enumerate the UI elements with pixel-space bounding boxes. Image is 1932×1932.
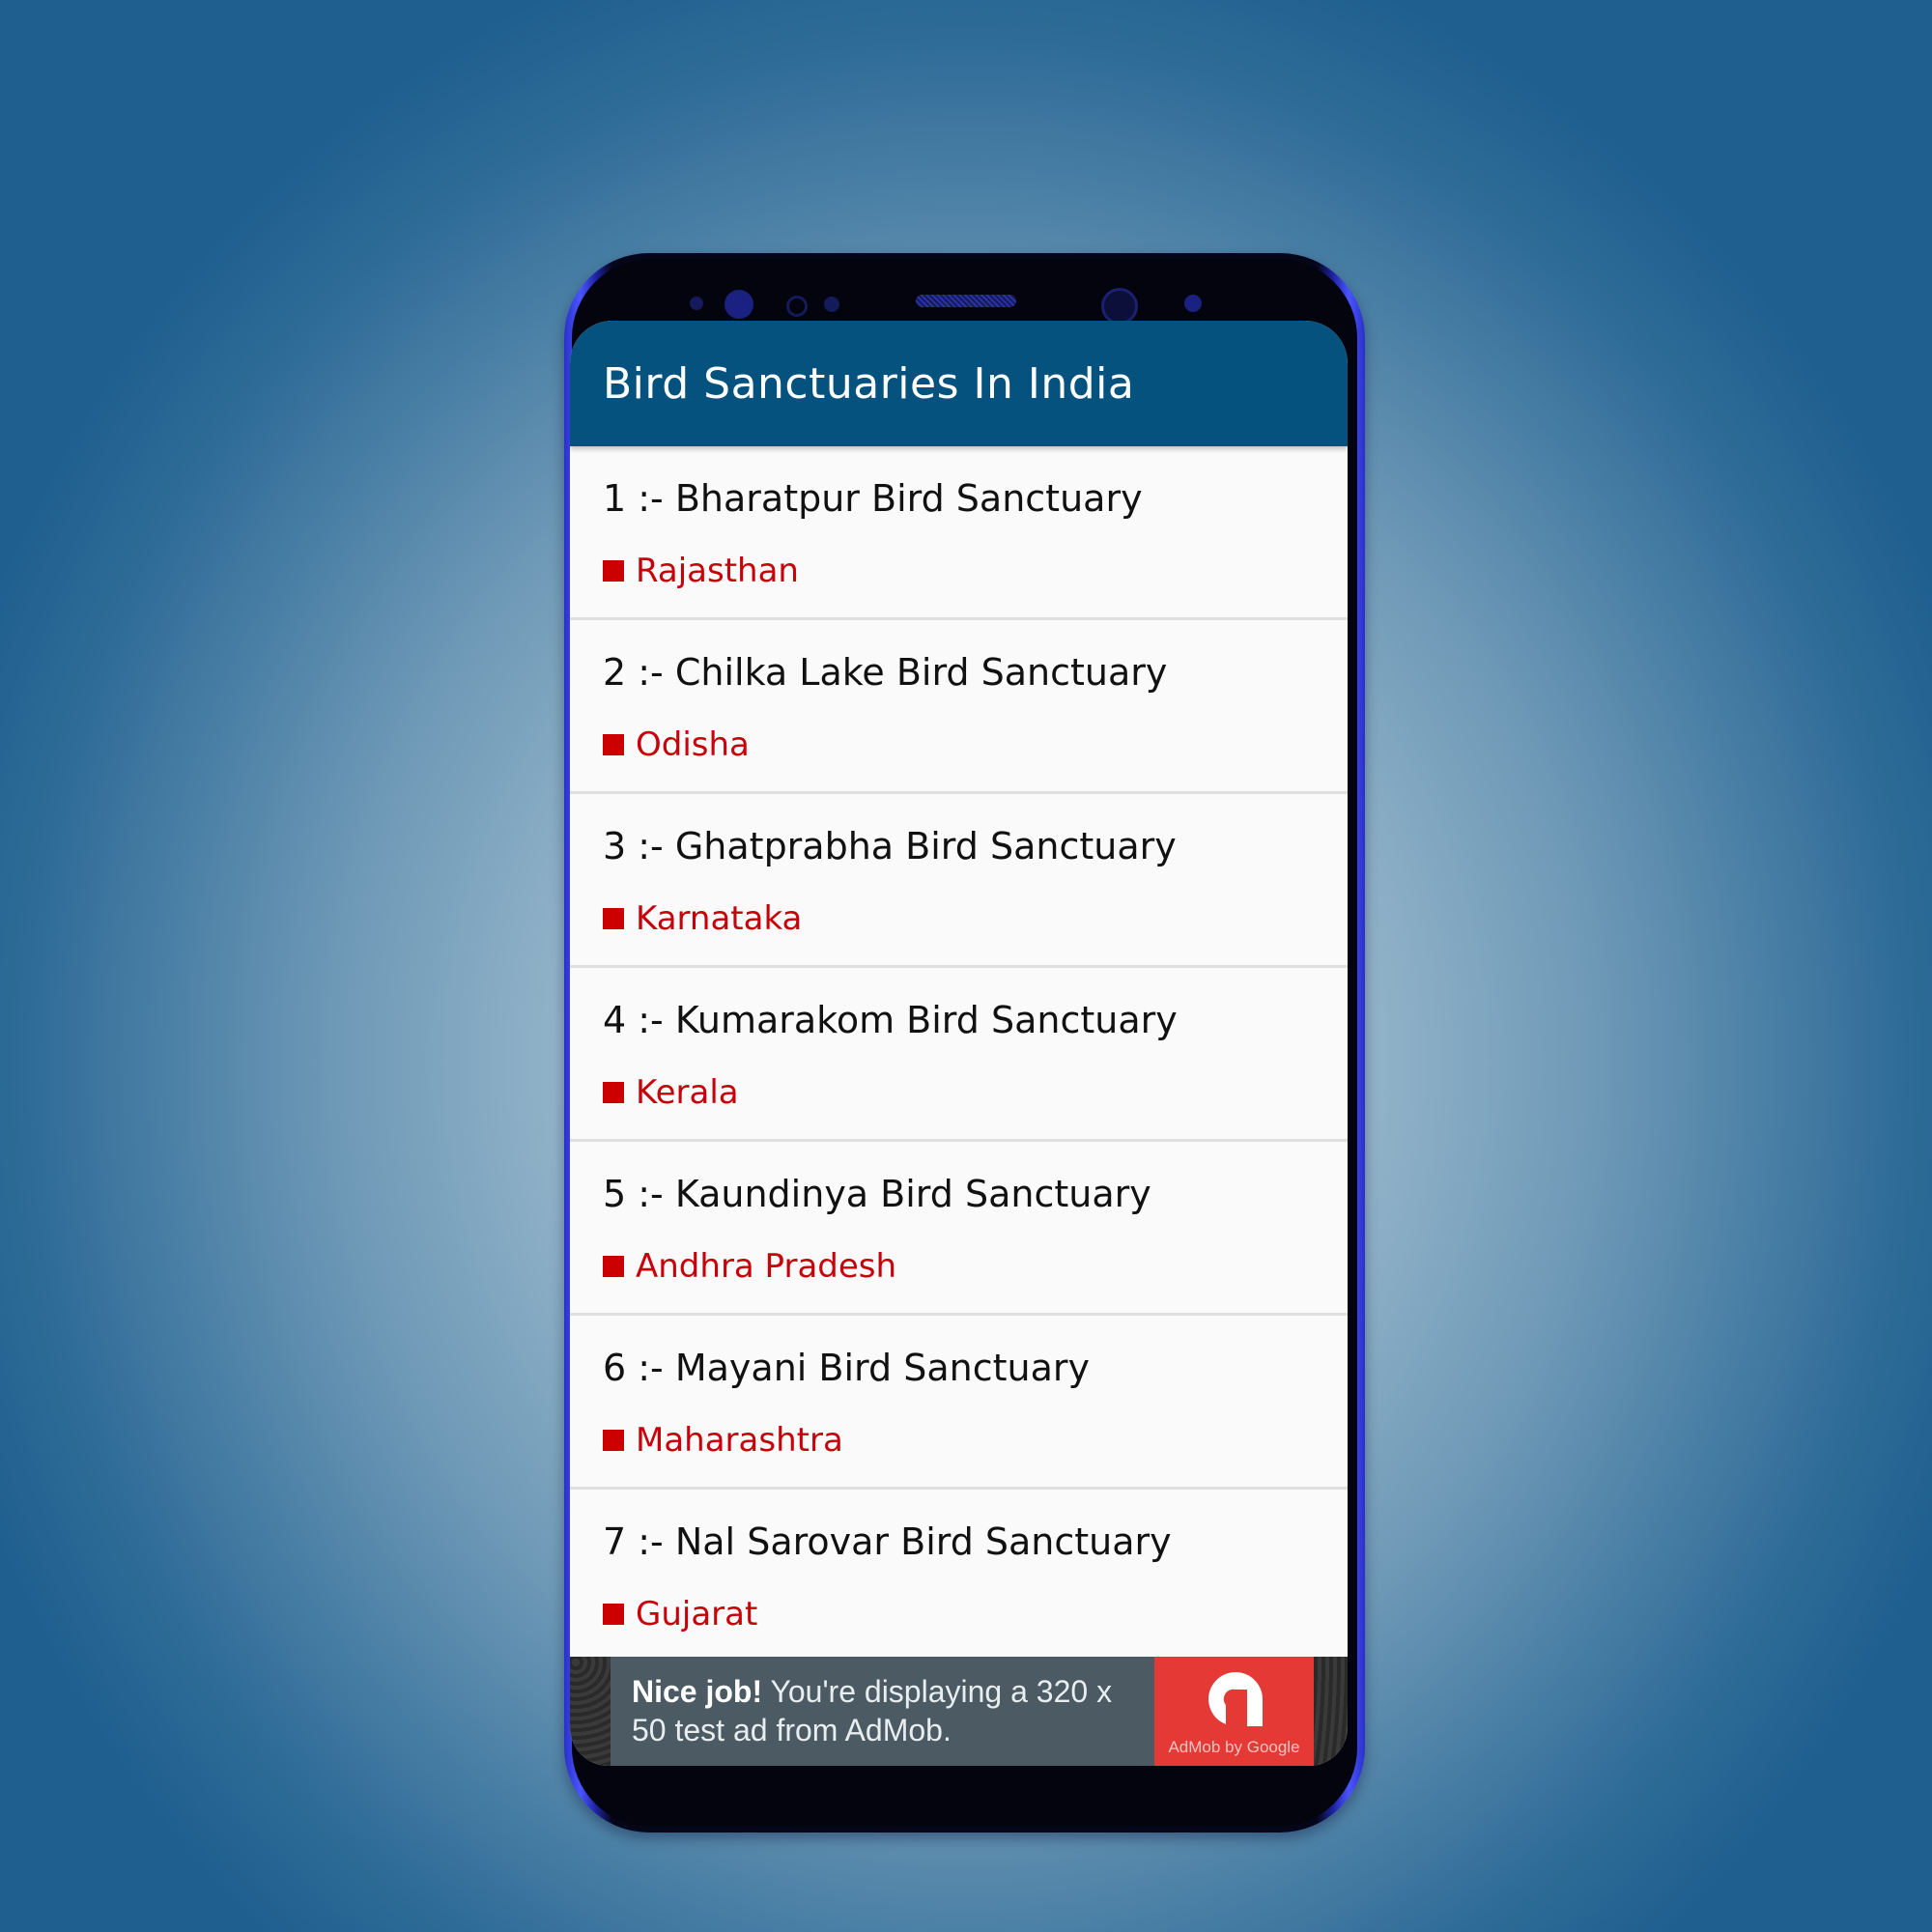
app-screen: Bird Sanctuaries In India 1 :- Bharatpur… xyxy=(570,321,1348,1766)
list-item[interactable]: 3 :- Ghatprabha Bird Sanctuary Karnataka xyxy=(570,794,1348,968)
proximity-sensor-icon xyxy=(690,297,703,310)
sanctuary-name: 3 :- Ghatprabha Bird Sanctuary xyxy=(603,825,1177,867)
sanctuary-state: Odisha xyxy=(636,725,750,764)
sanctuary-state: Andhra Pradesh xyxy=(636,1247,897,1286)
led-sensor-icon xyxy=(824,297,839,312)
ad-message-panel[interactable]: Nice job! You're displaying a 320 x 50 t… xyxy=(611,1657,1154,1766)
sanctuary-state: Rajasthan xyxy=(636,552,799,590)
sanctuary-state: Kerala xyxy=(636,1073,739,1112)
page-title: Bird Sanctuaries In India xyxy=(603,359,1135,409)
front-camera-icon xyxy=(1101,288,1138,325)
list-item[interactable]: 1 :- Bharatpur Bird Sanctuary Rajasthan xyxy=(570,446,1348,620)
list-item[interactable]: 7 :- Nal Sarovar Bird Sanctuary Gujarat xyxy=(570,1490,1348,1663)
sanctuary-name: 2 :- Chilka Lake Bird Sanctuary xyxy=(603,651,1168,694)
sanctuary-name: 1 :- Bharatpur Bird Sanctuary xyxy=(603,477,1143,520)
admob-brand-tile[interactable]: AdMob by Google xyxy=(1154,1657,1314,1766)
square-bullet-icon xyxy=(603,1256,624,1277)
admob-logo-icon xyxy=(1208,1672,1263,1726)
list-item[interactable]: 4 :- Kumarakom Bird Sanctuary Kerala xyxy=(570,968,1348,1142)
sanctuary-name: 4 :- Kumarakom Bird Sanctuary xyxy=(603,999,1178,1041)
square-bullet-icon xyxy=(603,1430,624,1451)
square-bullet-icon xyxy=(603,1604,624,1625)
sanctuary-list[interactable]: 1 :- Bharatpur Bird Sanctuary Rajasthan … xyxy=(570,446,1348,1663)
square-bullet-icon xyxy=(603,734,624,755)
admob-banner[interactable]: Nice job! You're displaying a 320 x 50 t… xyxy=(570,1657,1348,1766)
sanctuary-state: Maharashtra xyxy=(636,1421,843,1460)
ad-headline: Nice job! xyxy=(632,1674,763,1709)
app-bar: Bird Sanctuaries In India xyxy=(570,321,1348,446)
admob-brand-text: AdMob by Google xyxy=(1168,1738,1300,1756)
earpiece-speaker-icon xyxy=(916,295,1016,307)
light-sensor-icon xyxy=(786,296,808,317)
sanctuary-name: 5 :- Kaundinya Bird Sanctuary xyxy=(603,1173,1151,1215)
list-item[interactable]: 5 :- Kaundinya Bird Sanctuary Andhra Pra… xyxy=(570,1142,1348,1316)
secondary-camera-icon xyxy=(1184,295,1202,312)
square-bullet-icon xyxy=(603,1082,624,1103)
iris-sensor-icon xyxy=(724,290,753,319)
sanctuary-state: Gujarat xyxy=(636,1595,758,1634)
square-bullet-icon xyxy=(603,560,624,582)
sanctuary-name: 6 :- Mayani Bird Sanctuary xyxy=(603,1347,1090,1389)
sanctuary-name: 7 :- Nal Sarovar Bird Sanctuary xyxy=(603,1520,1172,1563)
list-item[interactable]: 2 :- Chilka Lake Bird Sanctuary Odisha xyxy=(570,620,1348,794)
list-item[interactable]: 6 :- Mayani Bird Sanctuary Maharashtra xyxy=(570,1316,1348,1490)
square-bullet-icon xyxy=(603,908,624,929)
sanctuary-state: Karnataka xyxy=(636,899,803,938)
